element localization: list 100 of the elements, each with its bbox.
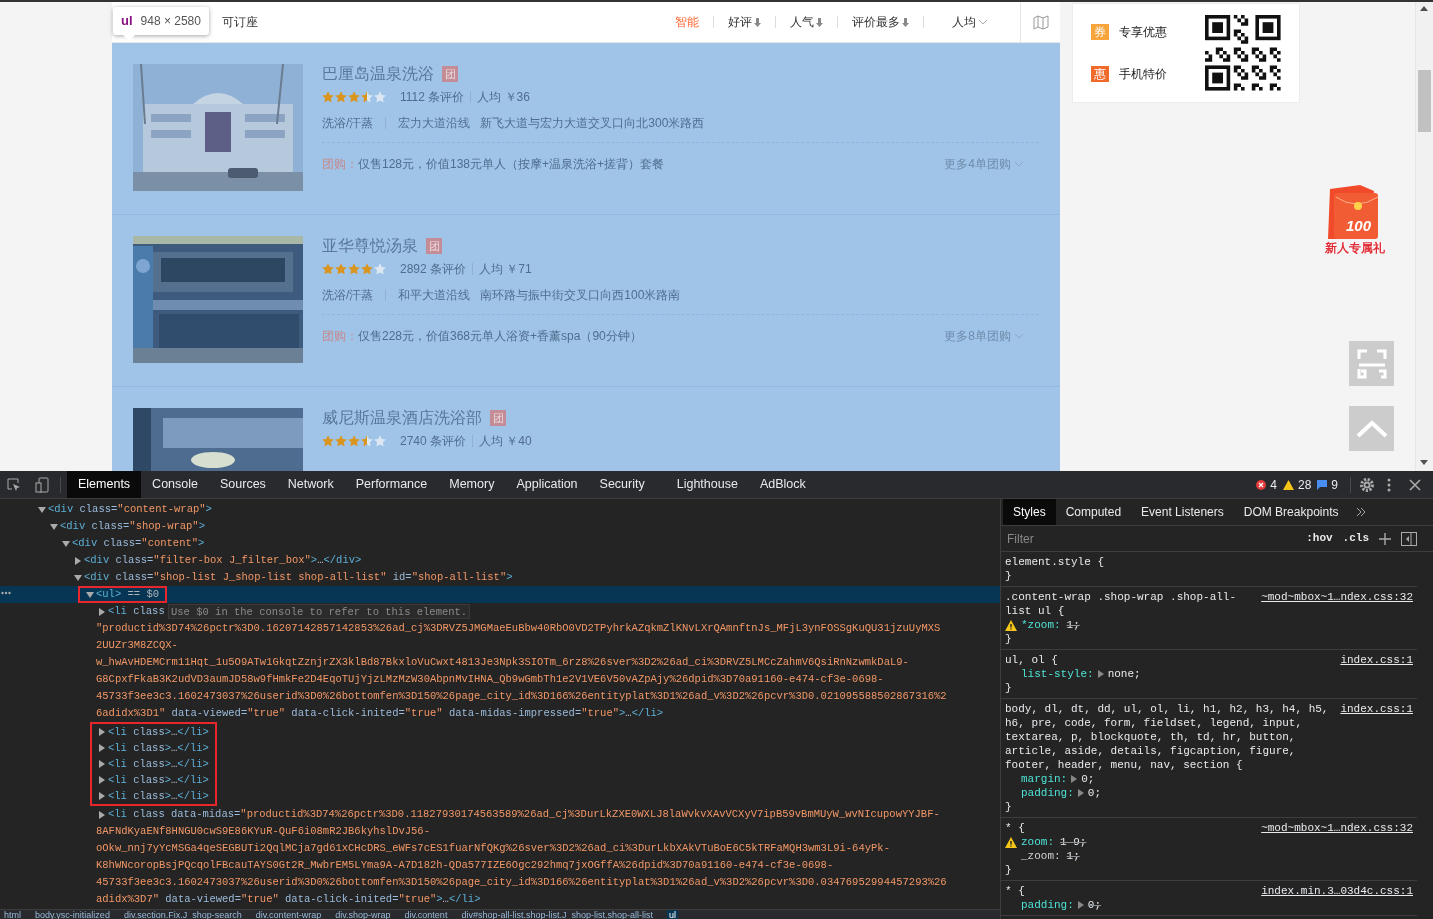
disclosure-triangle-icon[interactable] [99,776,105,784]
settings-button[interactable] [1359,476,1375,493]
code-line[interactable]: <li class data-midas="productid%3D74%26pctr%3D0.11827930174563589%26ad_cj%3DurLkZXE0WXLJ8laWvkvXAvVCXyV7ipB59vBmMUyW_wvNIcupowYYJBF- [0,806,1000,823]
scroll-down-icon[interactable] [1420,460,1428,465]
css-declaration[interactable]: margin: 0; [1021,772,1095,786]
device-toggle-button[interactable] [34,476,50,493]
code-line[interactable]: <div class="content"> [0,535,1000,552]
source-link[interactable]: index.css:1 [1340,702,1413,716]
breadcrumb-item[interactable]: body.ysc-initialized [35,910,110,919]
panel-tab[interactable]: Memory [438,471,506,498]
sidebar-tab[interactable]: Styles [1003,499,1056,525]
sidebar-tab[interactable]: DOM Breakpoints [1233,499,1349,525]
sidebar-toggle-button[interactable] [1401,531,1417,546]
star-icon [374,91,386,103]
scrollbar[interactable] [1415,2,1433,471]
panel-tab[interactable]: Security [588,471,656,498]
css-selector: element.style { [1005,555,1106,569]
star-icon [361,91,373,103]
new-rule-button[interactable] [1379,532,1391,545]
breadcrumb-item[interactable]: div.shop-wrap [335,910,391,919]
sidebar-tab[interactable]: Computed [1055,499,1132,525]
disclosure-triangle-icon[interactable] [86,591,94,598]
panel-tab[interactable]: Network [276,471,345,498]
scroll-up-icon[interactable] [1420,6,1428,11]
disclosure-triangle-icon[interactable] [62,540,70,547]
css-declaration[interactable]: list-style: none; [1021,667,1141,681]
disclosure-triangle-icon[interactable] [99,792,105,800]
code-line[interactable]: <li class>…</li> [98,756,209,772]
code-line[interactable]: <div class="shop-wrap"> [0,518,1000,535]
closing-brace: } [1005,863,1013,877]
disclosure-triangle-icon[interactable] [99,744,105,752]
disclosure-triangle-icon[interactable] [99,728,105,736]
star-icon [348,263,360,275]
breadcrumb-item[interactable]: div.content [404,910,448,919]
toggle-button[interactable]: .cls [1342,530,1369,547]
code-line[interactable]: <div class="shop-list J_shop-list shop-all-list" id="shop-all-list"> [0,569,1000,586]
panel-tab[interactable]: Lighthouse [665,471,749,498]
average-price: 人均 ￥40 [479,433,532,450]
disclosure-triangle-icon[interactable] [75,556,81,565]
close-button[interactable] [1409,478,1421,491]
code-line: adidx%3D7" data-viewed="true" data-click-inited="true">…</li> [95,892,482,907]
gift-label[interactable]: 新人专属礼 [1320,241,1390,255]
promo-label[interactable]: 专享优惠 [1119,23,1167,41]
code-line[interactable]: <div class="filter-box J_filter_box">…</div> [0,552,1000,569]
breadcrumb-item[interactable]: ul [666,910,678,919]
closing-brace: } [1005,569,1013,583]
message-count[interactable]: 9 [1331,475,1338,494]
panel-tab[interactable]: AdBlock [748,471,817,498]
sort-option[interactable]: 评价最多 [852,13,909,31]
star-icon [322,263,334,275]
breadcrumb-item[interactable]: html [4,910,21,919]
source-link[interactable]: index.min.3…03d4c.css:1 [1261,884,1413,898]
star-icon [374,435,386,447]
code-line[interactable]: <li class>…</li> [98,724,209,740]
css-selector: * { [1005,821,1026,835]
sort-option[interactable]: 人气 [790,13,823,31]
breadcrumb-item[interactable]: div.section.Fix.J_shop-search [123,910,242,919]
inspect-button[interactable] [6,476,22,493]
warning-count[interactable]: 28 [1297,475,1312,494]
code-line[interactable]: <li class>…</li> [98,788,209,804]
disclosure-triangle-icon[interactable] [50,523,58,530]
breadcrumb-item[interactable]: div.content-wrap [255,910,322,919]
source-link[interactable]: index.css:1 [1340,653,1413,667]
error-count[interactable]: 4 [1270,475,1277,494]
code-line: 2UUZr3M8ZCQX- [95,638,179,653]
promo-badge: 券 [1091,24,1109,40]
code-line[interactable]: <li class Use $0 in the console to refer to this element. [0,603,1000,620]
toggle-button[interactable]: :hov [1306,530,1333,547]
promo-label[interactable]: 手机特价 [1119,65,1167,83]
css-selector: .content-wrap .shop-wrap .shop-all-list ul { [1005,590,1238,618]
sort-option[interactable]: 好评 [728,13,761,31]
panel-tab[interactable]: Elements [67,471,142,498]
source-link[interactable]: ~mod~mbox~1…ndex.css:32 [1261,590,1413,604]
sidebar-tab[interactable]: Event Listeners [1131,499,1234,525]
address: 新飞大道与宏力大道交叉口向北300米路西 [480,115,705,132]
panel-tab[interactable]: Performance [344,471,439,498]
code-line[interactable]: <li class>…</li> [98,772,209,788]
disclosure-triangle-icon[interactable] [99,810,105,819]
ellipsis-icon[interactable] [1,591,11,595]
more-options-button[interactable] [1387,476,1393,493]
tag-name: ul [121,12,133,31]
device-icon [35,476,49,493]
disclosure-triangle-icon[interactable] [99,607,105,616]
code-line[interactable]: <li class>…</li> [98,740,209,756]
disclosure-triangle-icon[interactable] [38,506,46,513]
sort-option[interactable]: 人均 [952,13,988,31]
chevron-down-icon [1014,161,1024,167]
disclosure-triangle-icon[interactable] [99,760,105,768]
disclosure-triangle-icon[interactable] [74,574,82,581]
scroll-thumb[interactable] [1418,70,1431,132]
star-icon [361,435,373,447]
breadcrumb-item[interactable]: div#shop-all-list.shop-list.J_shop-list.shop-all-list [461,910,653,919]
source-link[interactable]: ~mod~mbox~1…ndex.css:32 [1261,821,1413,835]
more-tabs-button[interactable] [1356,507,1367,517]
panel-tab[interactable]: Sources [209,471,277,498]
css-declaration[interactable]: padding: 0; [1021,786,1101,800]
checkbox-label[interactable]: 可订座 [222,13,258,31]
panel-tab[interactable]: Application [505,471,589,498]
code-line[interactable]: <div class="content-wrap"> [0,501,1000,518]
panel-tab[interactable]: Console [141,471,209,498]
